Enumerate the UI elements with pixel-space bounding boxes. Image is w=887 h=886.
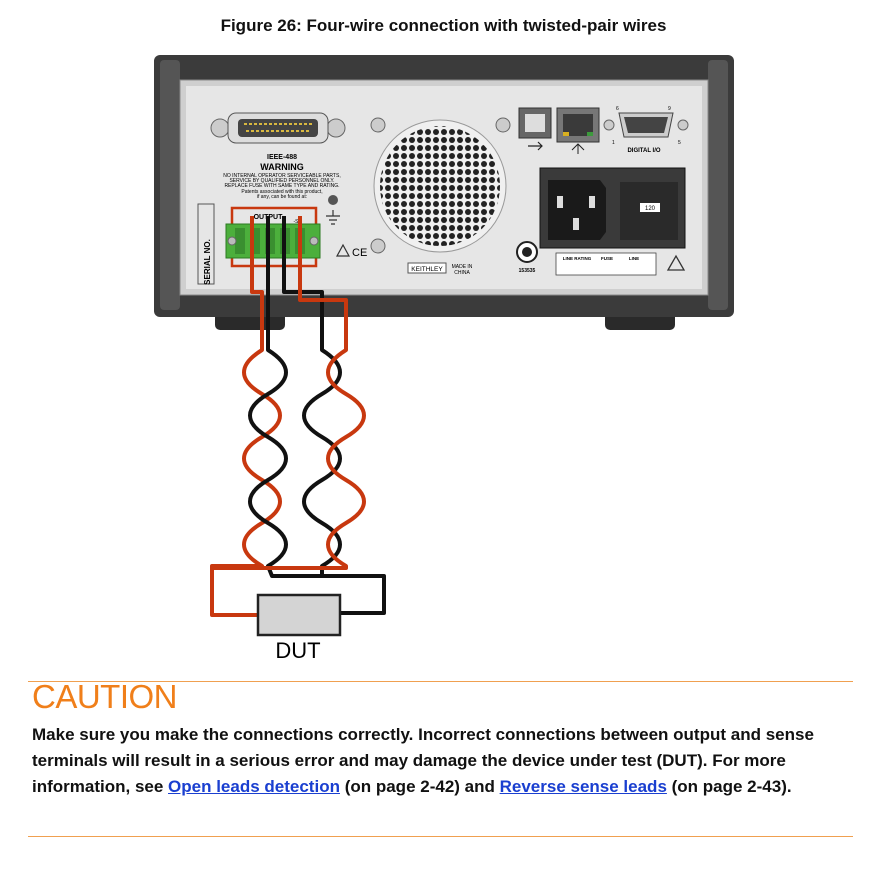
instrument-rear-panel: IEEE-488 WARNING NO INTERNAL OPERATOR SE… [154, 55, 734, 330]
open-leads-detection-link[interactable]: Open leads detection [168, 777, 340, 796]
pin-label-1: 1 [612, 140, 615, 146]
brand-label: KEITHLEY [411, 266, 443, 273]
four-wire-diagram: IEEE-488 WARNING NO INTERNAL OPERATOR SE… [154, 55, 734, 663]
caution-bottom-rule [28, 836, 853, 837]
digital-io-label: DIGITAL I/O [627, 148, 660, 154]
warning-line-5: if any, can be found at: [257, 194, 307, 200]
cert-number: 153535 [519, 268, 536, 274]
caution-title: CAUTION [32, 678, 178, 715]
caution-text-part-2: (on page 2-42) and [339, 777, 500, 796]
line-rating-label: LINE RATING [563, 256, 592, 261]
dut-box [256, 593, 342, 637]
ce-mark: CE [352, 247, 367, 259]
fuse-value: 120 [645, 206, 656, 212]
fuse-label: FUSE [601, 256, 613, 261]
serial-label: SERIAL NO. [203, 239, 212, 285]
pin-label-6: 6 [616, 106, 619, 112]
power-inlet [539, 167, 686, 249]
reverse-sense-leads-link[interactable]: Reverse sense leads [500, 777, 667, 796]
caution-text: Make sure you make the connections corre… [32, 722, 847, 800]
pin-label-5: 5 [678, 140, 681, 146]
dut-label: DUT [275, 638, 320, 663]
line-label: LINE [629, 256, 639, 261]
caution-text-part-3: (on page 2-43). [666, 777, 792, 796]
ieee-label: IEEE-488 [267, 154, 297, 161]
country-label: CHINA [454, 270, 470, 276]
warning-title: WARNING [260, 162, 304, 172]
pin-label-9: 9 [668, 106, 671, 112]
ieee-488-connector [210, 112, 346, 144]
